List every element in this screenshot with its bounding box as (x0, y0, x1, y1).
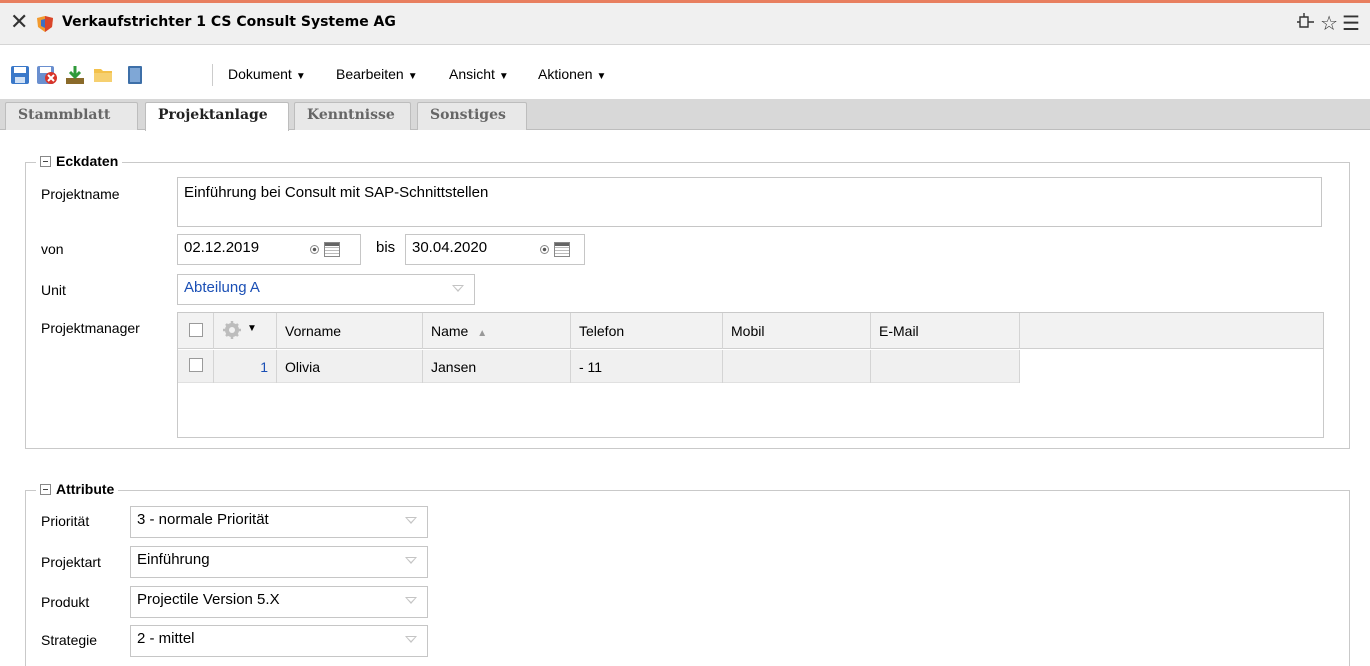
projektname-label: Projektname (41, 186, 120, 202)
tab-stammblatt[interactable]: Stammblatt (5, 102, 138, 130)
unit-value: Abteilung A (184, 279, 260, 296)
pin-icon[interactable] (1296, 11, 1316, 38)
dropdown-arrow-icon[interactable] (405, 557, 417, 564)
von-date-value: 02.12.2019 (184, 239, 260, 256)
table-row[interactable]: 1 Olivia Jansen - 11 (178, 350, 1020, 383)
bis-date-field[interactable]: 30.04.2020 (405, 234, 585, 265)
attribute-legend[interactable]: Attribute (36, 481, 119, 497)
menu-aktionen[interactable]: Aktionen ▼ (538, 66, 606, 82)
projektmanager-label: Projektmanager (41, 320, 140, 336)
row-select-cell (178, 350, 214, 383)
folder-icon[interactable] (93, 65, 113, 85)
radio-icon[interactable] (310, 245, 319, 254)
tab-projektanlage[interactable]: Projektanlage (145, 102, 289, 131)
cell-email (871, 350, 1020, 383)
col-name-label: Name (431, 323, 469, 339)
chevron-down-icon: ▼ (247, 323, 257, 334)
download-icon[interactable] (65, 65, 85, 85)
toolbar: Dokument ▼ Bearbeiten ▼ Ansicht ▼ Aktionen ▼ (0, 60, 1370, 90)
von-date-field[interactable]: 02.12.2019 (177, 234, 361, 265)
produkt-label: Produkt (41, 594, 90, 610)
row-number: 1 (214, 350, 277, 383)
unit-select[interactable]: Abteilung A (177, 274, 475, 305)
col-email[interactable]: E-Mail (871, 313, 1020, 349)
bis-label: bis (376, 239, 396, 256)
radio-icon[interactable] (540, 245, 549, 254)
cell-name: Jansen (423, 350, 571, 383)
window-title: Verkaufstrichter 1 CS Consult Systeme AG (62, 14, 396, 30)
collapse-icon[interactable] (40, 155, 51, 167)
chevron-down-icon: ▼ (498, 71, 509, 82)
projektmanager-grid: ▼ Vorname Name ▲ Telefon Mobil E-Mail 1 … (177, 312, 1324, 438)
eckdaten-title: Eckdaten (56, 153, 119, 169)
chevron-down-icon: ▼ (596, 71, 607, 82)
chevron-down-icon: ▼ (295, 71, 306, 82)
cell-mobil (723, 350, 871, 383)
col-vorname[interactable]: Vorname (277, 313, 423, 349)
prioritaet-value: 3 - normale Priorität (137, 511, 269, 528)
star-icon[interactable]: ☆ (1320, 11, 1338, 38)
bis-date-value: 30.04.2020 (412, 239, 488, 256)
grid-header: ▼ Vorname Name ▲ Telefon Mobil E-Mail (178, 313, 1323, 349)
col-name[interactable]: Name ▲ (423, 313, 571, 349)
projektart-select[interactable]: Einführung (130, 546, 428, 578)
close-icon[interactable]: ✕ (10, 12, 28, 34)
projektart-value: Einführung (137, 551, 210, 568)
produkt-value: Projectile Version 5.X (137, 591, 280, 608)
select-all-cell (178, 313, 214, 349)
sort-ascending-icon: ▲ (477, 328, 488, 339)
cell-telefon: - 11 (571, 350, 723, 383)
strategie-select[interactable]: 2 - mittel (130, 625, 428, 657)
document-icon[interactable] (125, 65, 145, 85)
calendar-icon[interactable] (324, 242, 340, 257)
menu-bearbeiten[interactable]: Bearbeiten ▼ (336, 66, 418, 82)
projektname-field[interactable]: Einführung bei Consult mit SAP-Schnittst… (177, 177, 1322, 227)
unit-label: Unit (41, 282, 66, 298)
menu-ansicht[interactable]: Ansicht ▼ (449, 66, 509, 82)
dropdown-arrow-icon[interactable] (452, 285, 464, 292)
tab-sonstiges[interactable]: Sonstiges (417, 102, 527, 130)
prioritaet-select[interactable]: 3 - normale Priorität (130, 506, 428, 538)
strategie-label: Strategie (41, 632, 98, 648)
logo-icon (35, 15, 55, 37)
gear-icon[interactable] (222, 320, 242, 343)
toolbar-separator (212, 64, 213, 86)
hamburger-menu-icon[interactable]: ☰ (1342, 11, 1360, 38)
dropdown-arrow-icon[interactable] (405, 636, 417, 643)
von-label: von (41, 241, 64, 257)
produkt-select[interactable]: Projectile Version 5.X (130, 586, 428, 618)
col-telefon[interactable]: Telefon (571, 313, 723, 349)
projektart-label: Projektart (41, 554, 101, 570)
row-checkbox[interactable] (189, 358, 203, 372)
select-all-checkbox[interactable] (189, 323, 203, 337)
calendar-icon[interactable] (554, 242, 570, 257)
chevron-down-icon: ▼ (407, 71, 418, 82)
strategie-value: 2 - mittel (137, 630, 195, 647)
tab-bar: Stammblatt Projektanlage Kenntnisse Sons… (0, 99, 1370, 131)
eckdaten-legend[interactable]: Eckdaten (36, 153, 123, 169)
collapse-icon[interactable] (40, 483, 51, 495)
attribute-title: Attribute (56, 481, 115, 497)
dropdown-arrow-icon[interactable] (405, 517, 417, 524)
menu-dokument[interactable]: Dokument ▼ (228, 66, 306, 82)
save-icon[interactable] (10, 65, 30, 85)
grid-settings-cell[interactable]: ▼ (214, 313, 277, 349)
dropdown-arrow-icon[interactable] (405, 597, 417, 604)
tab-kenntnisse[interactable]: Kenntnisse (294, 102, 411, 130)
window-titlebar: ✕ Verkaufstrichter 1 CS Consult Systeme … (0, 3, 1370, 45)
cell-vorname: Olivia (277, 350, 423, 383)
prioritaet-label: Priorität (41, 513, 90, 529)
delete-icon[interactable] (36, 65, 57, 85)
col-mobil[interactable]: Mobil (723, 313, 871, 349)
